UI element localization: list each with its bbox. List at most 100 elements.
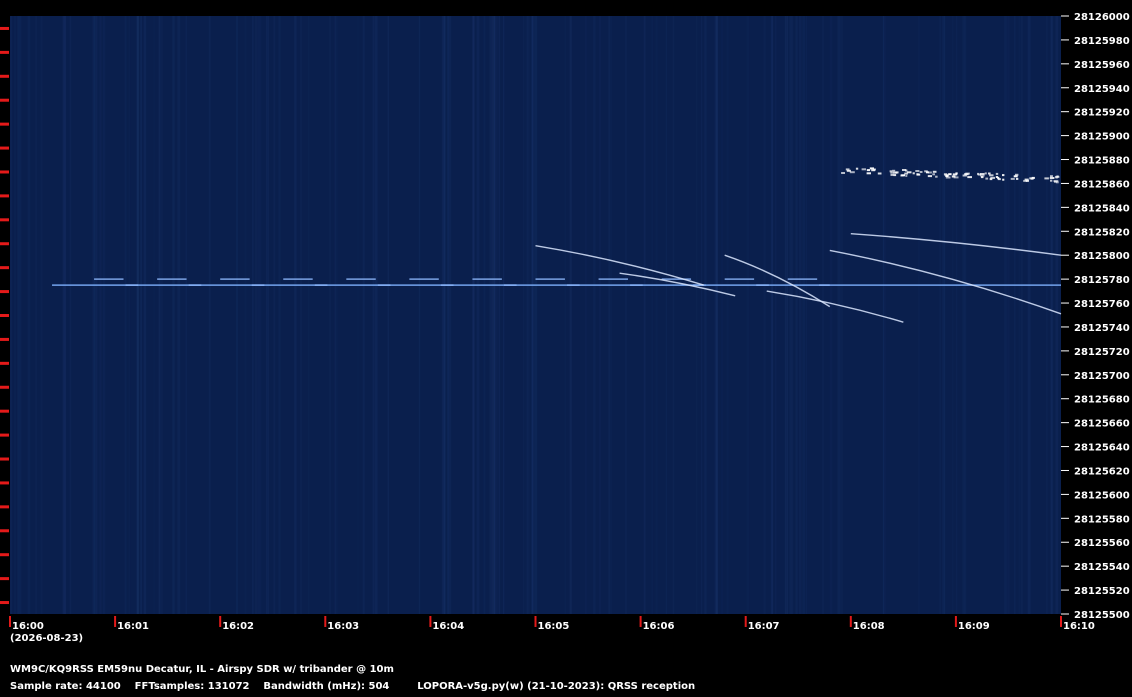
noise-streak (746, 16, 750, 614)
noise-streak (254, 16, 258, 614)
spectrogram: 28126000 28125980 28125960 28125940 28125920… (0, 0, 1132, 697)
y-minor-tick (0, 74, 9, 78)
noise-streak (476, 16, 480, 614)
signal-blob (1025, 179, 1029, 182)
y-tick-label: 28125880 (1074, 156, 1130, 167)
noise-streak (789, 16, 792, 614)
signal-blob (1050, 175, 1053, 178)
x-tick-label: 16:04 (432, 621, 464, 632)
y-tick-label: 28125560 (1074, 538, 1130, 549)
y-minor-tick (0, 290, 9, 294)
noise-streak (775, 16, 777, 614)
y-minor-tick (0, 553, 9, 557)
noise-streak (704, 16, 707, 614)
noise-streak (17, 16, 20, 614)
noise-streak (534, 16, 538, 614)
noise-streak (103, 16, 106, 614)
noise-streak (40, 16, 43, 614)
noise-streak (599, 16, 601, 614)
signal-blob (980, 176, 984, 179)
signal-blob (889, 170, 893, 173)
noise-streak (418, 16, 421, 614)
noise-streak (13, 16, 17, 614)
x-tick-label: 16:09 (958, 621, 990, 632)
y-minor-tick (0, 457, 9, 461)
x-tick-label: 16:02 (222, 621, 254, 632)
noise-streak (1007, 16, 1010, 614)
x-tick-label: 16:03 (327, 621, 359, 632)
noise-streak (1051, 16, 1054, 614)
signal-blob (989, 174, 994, 177)
y-minor-tick (0, 505, 9, 509)
noise-streak (10, 16, 13, 614)
noise-streak (952, 16, 954, 614)
signal-blob (919, 171, 923, 173)
signal-blob (904, 172, 908, 175)
y-minor-tick (0, 194, 9, 198)
y-tick-label: 28125660 (1074, 419, 1130, 430)
noise-streak (69, 16, 72, 614)
noise-streak (236, 16, 238, 614)
noise-streak (964, 16, 967, 614)
y-minor-tick (0, 601, 9, 605)
noise-streak (805, 16, 807, 614)
noise-streak (956, 16, 958, 614)
signal-blob (965, 172, 970, 175)
noise-streak (701, 16, 703, 614)
noise-streak (643, 16, 646, 614)
noise-streak (1055, 16, 1059, 614)
y-minor-tick (0, 433, 9, 437)
y-tick-label: 28125500 (1074, 610, 1130, 621)
noise-streak (791, 16, 794, 614)
x-tick-label: 16:08 (853, 621, 885, 632)
signal-blob (841, 172, 845, 174)
x-tick-mark (954, 616, 957, 627)
x-tick-label: 16:06 (643, 621, 675, 632)
noise-streak (387, 16, 389, 614)
y-minor-tick (0, 98, 9, 102)
noise-streak (532, 16, 535, 614)
y-tick-label: 28125800 (1074, 251, 1130, 262)
noise-streak (529, 16, 531, 614)
signal-blob (866, 169, 871, 172)
y-tick-label: 28125920 (1074, 108, 1130, 119)
signal-blob (984, 172, 987, 175)
noise-streak (448, 16, 452, 614)
noise-streak (1027, 16, 1031, 614)
noise-streak (177, 16, 181, 614)
noise-streak (1045, 16, 1048, 614)
signal-blob (877, 172, 882, 175)
y-minor-tick (0, 337, 9, 341)
noise-streak (35, 16, 37, 614)
y-tick-label: 28125860 (1074, 179, 1130, 190)
y-tick-label: 28125540 (1074, 562, 1130, 573)
noise-streak (441, 16, 444, 614)
noise-streak (837, 16, 841, 614)
noise-streak (97, 16, 99, 614)
y-tick-label: 28125700 (1074, 371, 1130, 382)
y-minor-tick (0, 266, 9, 270)
noise-streak (498, 16, 501, 614)
y-minor-tick (0, 409, 9, 413)
signal-blob (1010, 177, 1015, 180)
noise-streak (786, 16, 789, 614)
receiver-settings: Sample rate: 44100 FFTsamples: 131072 Ba… (10, 681, 696, 692)
x-tick-label: 16:07 (748, 621, 780, 632)
signal-blob (892, 169, 896, 172)
noise-streak (771, 16, 774, 614)
y-minor-tick (0, 361, 9, 365)
y-minor-tick (0, 218, 9, 222)
noise-streak (273, 16, 276, 614)
noise-streak (795, 16, 798, 614)
y-minor-tick (0, 529, 9, 533)
noise-streak (266, 16, 268, 614)
noise-streak (100, 16, 102, 614)
y-tick-label: 28125840 (1074, 203, 1130, 214)
noise-streak (655, 16, 658, 614)
signal-blob (997, 176, 1000, 179)
signal-blob (912, 172, 915, 175)
y-tick-label: 28125740 (1074, 323, 1130, 334)
y-tick-label: 28126000 (1074, 12, 1130, 23)
noise-streak (294, 16, 297, 614)
noise-streak (943, 16, 946, 614)
